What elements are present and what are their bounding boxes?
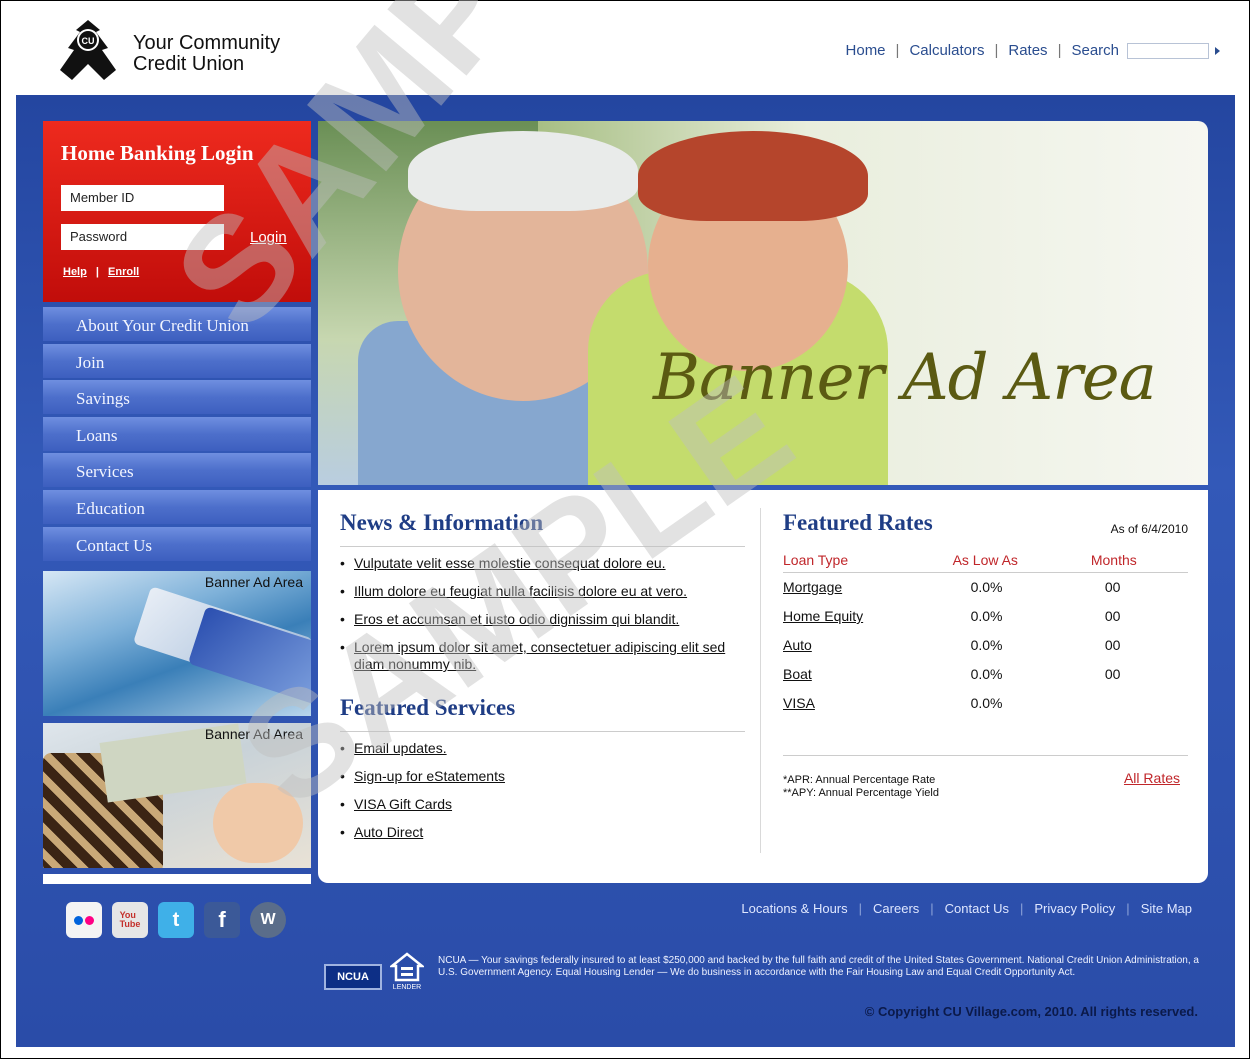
footer-link-sitemap[interactable]: Site Map bbox=[1141, 901, 1192, 916]
rates-footnotes: *APR: Annual Percentage Rate **APY: Annu… bbox=[783, 774, 939, 799]
search-input[interactable] bbox=[1127, 42, 1209, 59]
cu-logo-icon[interactable]: CU bbox=[56, 18, 120, 82]
search-go-icon[interactable] bbox=[1215, 46, 1220, 55]
rate-type-link: VISA bbox=[783, 695, 815, 711]
equal-housing-lender-icon: LENDER bbox=[388, 952, 426, 992]
member-id-input[interactable]: Member ID bbox=[61, 185, 224, 211]
rates-col-type: Loan Type bbox=[783, 546, 953, 573]
footer-nav: Locations & Hours | Careers | Contact Us | … bbox=[741, 901, 1192, 916]
rates-col-months: Months bbox=[1090, 546, 1188, 573]
side-nav-contact[interactable]: Contact Us bbox=[43, 526, 311, 561]
side-divider bbox=[43, 874, 311, 884]
rate-type-link: Auto bbox=[783, 637, 812, 653]
service-item[interactable]: VISA Gift Cards bbox=[340, 796, 745, 813]
side-ad-label: Banner Ad Area bbox=[204, 726, 303, 742]
brand-line-2: Credit Union bbox=[133, 53, 245, 75]
side-ad-wallet[interactable]: Banner Ad Area bbox=[43, 723, 311, 868]
banner-title: Banner Ad Area bbox=[653, 341, 1157, 415]
table-row: Boat 0.0% 00 bbox=[783, 666, 1121, 682]
flickr-icon[interactable] bbox=[66, 902, 102, 938]
rates-table: Loan Type As Low As Months Mortgage 0.0% 0… bbox=[783, 546, 1188, 718]
copyright: © Copyright CU Village.com, 2010. All ri… bbox=[864, 1004, 1198, 1019]
side-nav-join[interactable]: Join bbox=[43, 343, 311, 378]
footer-link-locations[interactable]: Locations & Hours bbox=[741, 901, 847, 916]
svg-text:CU: CU bbox=[82, 36, 95, 46]
rates-section: Featured Rates As of 6/4/2010 Loan Type … bbox=[783, 510, 1188, 799]
youtube-icon[interactable]: You Tube bbox=[112, 902, 148, 938]
side-nav-education[interactable]: Education bbox=[43, 489, 311, 524]
service-item[interactable]: Email updates. bbox=[340, 740, 745, 757]
help-link[interactable]: Help bbox=[63, 266, 87, 278]
side-nav-services[interactable]: Services bbox=[43, 453, 311, 488]
all-rates-link[interactable]: All Rates bbox=[1124, 770, 1180, 786]
hand-image bbox=[213, 783, 303, 863]
social-links: You Tube t f W bbox=[66, 902, 296, 938]
side-nav: About Your Credit Union Join Savings Loa… bbox=[43, 307, 311, 563]
rates-as-of: As of 6/4/2010 bbox=[1110, 522, 1188, 536]
login-title: Home Banking Login bbox=[61, 141, 254, 165]
top-nav: Home | Calculators | Rates | Search bbox=[846, 42, 1220, 59]
table-row: Auto 0.0% 00 bbox=[783, 637, 1121, 653]
facebook-icon[interactable]: f bbox=[204, 902, 240, 938]
woman-hair-image bbox=[638, 131, 868, 221]
password-input[interactable]: Password bbox=[61, 224, 224, 250]
nav-rates[interactable]: Rates bbox=[1008, 42, 1047, 59]
side-ad-credit-cards[interactable]: Banner Ad Area bbox=[43, 571, 311, 716]
news-title: News & Information bbox=[340, 510, 544, 535]
login-panel: Home Banking Login Member ID Password Lo… bbox=[43, 121, 311, 302]
enroll-link[interactable]: Enroll bbox=[108, 266, 139, 278]
ncua-logo: NCUA bbox=[324, 964, 382, 990]
footer-link-privacy[interactable]: Privacy Policy bbox=[1034, 901, 1115, 916]
nav-calculators[interactable]: Calculators bbox=[909, 42, 984, 59]
rate-type-link: Mortgage bbox=[783, 579, 843, 595]
footer-link-contact[interactable]: Contact Us bbox=[945, 901, 1009, 916]
footer-link-careers[interactable]: Careers bbox=[873, 901, 919, 916]
side-nav-about[interactable]: About Your Credit Union bbox=[43, 307, 311, 341]
side-nav-savings[interactable]: Savings bbox=[43, 380, 311, 415]
brand-name[interactable]: Your Community Credit Union bbox=[133, 33, 280, 75]
news-item[interactable]: Lorem ipsum dolor sit amet, consectetuer… bbox=[340, 639, 745, 673]
man-hair-image bbox=[408, 131, 638, 211]
login-links: Help | Enroll bbox=[63, 266, 140, 278]
news-item[interactable]: Eros et accumsan et iusto odio dignissim… bbox=[340, 611, 745, 628]
side-nav-loans[interactable]: Loans bbox=[43, 416, 311, 451]
brand-line-1: Your Community bbox=[133, 32, 281, 54]
login-button[interactable]: Login bbox=[250, 229, 287, 246]
rates-col-rate: As Low As bbox=[952, 546, 1091, 573]
rate-type-link: Boat bbox=[783, 666, 812, 682]
news-section: News & Information Vulputate velit esse … bbox=[340, 510, 745, 852]
news-item[interactable]: Vulputate velit esse molestie consequat … bbox=[340, 555, 745, 572]
table-row: Mortgage 0.0% 00 bbox=[783, 579, 1121, 595]
legal-text: NCUA — Your savings federally insured to… bbox=[438, 955, 1199, 978]
services-title: Featured Services bbox=[340, 695, 516, 720]
side-ad-label: Banner Ad Area bbox=[204, 574, 303, 590]
wordpress-icon[interactable]: W bbox=[250, 902, 286, 938]
column-divider bbox=[760, 508, 761, 853]
news-item[interactable]: Illum dolore eu feugiat nulla facilisis … bbox=[340, 583, 745, 600]
hero-banner[interactable]: Banner Ad Area bbox=[318, 121, 1208, 485]
nav-search-label: Search bbox=[1071, 42, 1119, 59]
rate-type-link: Home Equity bbox=[783, 608, 864, 624]
service-item[interactable]: Auto Direct bbox=[340, 824, 745, 841]
table-row: Home Equity 0.0% 00 bbox=[783, 608, 1121, 624]
table-row: VISA 0.0% bbox=[783, 695, 1003, 711]
twitter-icon[interactable]: t bbox=[158, 902, 194, 938]
nav-home[interactable]: Home bbox=[846, 42, 886, 59]
content-panel: News & Information Vulputate velit esse … bbox=[318, 490, 1208, 883]
service-item[interactable]: Sign-up for eStatements bbox=[340, 768, 745, 785]
visa-card-image bbox=[187, 606, 311, 716]
